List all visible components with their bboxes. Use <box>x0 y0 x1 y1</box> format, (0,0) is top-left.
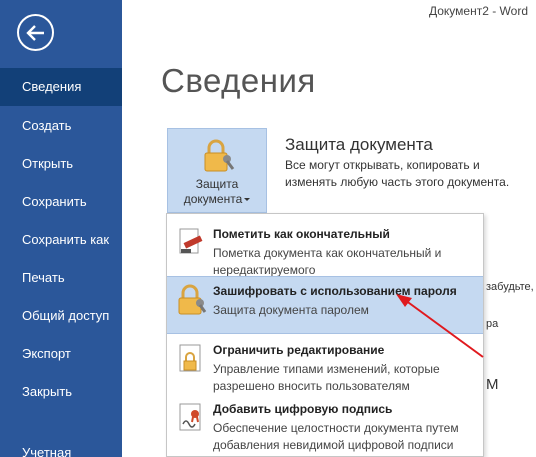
protect-document-menu: Пометить как окончательный Пометка докум… <box>166 213 484 457</box>
menu-item-digital-signature[interactable]: Добавить цифровую подпись Обеспечение це… <box>167 395 483 455</box>
nav-item-export[interactable]: Экспорт <box>0 335 122 373</box>
protect-section-desc: Все могут открывать, копировать и изменя… <box>285 158 510 189</box>
background-text-fragment: M <box>486 376 499 393</box>
background-text-fragment: забудьте, <box>486 281 534 293</box>
menu-item-desc: Пометка документа как окончательный и не… <box>213 246 442 277</box>
protect-document-button[interactable]: Защита документа <box>167 128 267 213</box>
back-arrow-icon <box>26 25 44 41</box>
nav-item-account[interactable]: Учетная <box>0 434 122 457</box>
back-button[interactable] <box>17 14 54 51</box>
nav-item-new[interactable]: Создать <box>0 107 122 145</box>
page-title: Сведения <box>161 62 316 99</box>
menu-item-desc: Обеспечение целостности документа путем … <box>213 421 459 452</box>
menu-item-encrypt-password[interactable]: Зашифровать с использованием пароля Защи… <box>167 276 483 334</box>
background-text-fragment: ра <box>486 318 499 330</box>
nav-item-open[interactable]: Открыть <box>0 145 122 183</box>
menu-item-title: Зашифровать с использованием пароля <box>213 284 457 298</box>
protect-section-title: Защита документа <box>285 135 433 154</box>
nav-item-save-as[interactable]: Сохранить как <box>0 221 122 259</box>
menu-item-restrict-editing[interactable]: Ограничить редактирование Управление тип… <box>167 336 483 394</box>
nav-item-close[interactable]: Закрыть <box>0 373 122 411</box>
menu-item-title: Пометить как окончательный <box>213 227 390 241</box>
digital-signature-icon <box>179 403 201 431</box>
lock-icon <box>178 284 207 315</box>
nav-item-info[interactable]: Сведения <box>0 68 122 106</box>
nav-item-share[interactable]: Общий доступ <box>0 297 122 335</box>
menu-item-mark-final[interactable]: Пометить как окончательный Пометка докум… <box>167 220 483 277</box>
restrict-editing-icon <box>179 344 201 372</box>
menu-item-title: Ограничить редактирование <box>213 343 385 357</box>
menu-item-title: Добавить цифровую подпись <box>213 402 393 416</box>
lock-key-icon <box>204 139 235 172</box>
nav-item-print[interactable]: Печать <box>0 259 122 297</box>
backstage-sidebar: Сведения Создать Открыть Сохранить Сохра… <box>0 0 122 457</box>
menu-item-desc: Управление типами изменений, которые раз… <box>213 362 440 393</box>
menu-item-desc: Защита документа паролем <box>213 303 369 317</box>
protect-button-label-line1: Защита <box>195 177 239 191</box>
window-title: Документ2 - Word <box>428 4 528 18</box>
nav-item-save[interactable]: Сохранить <box>0 183 122 221</box>
mark-final-icon <box>179 228 203 254</box>
dropdown-caret-icon <box>244 198 251 202</box>
protect-button-label-line2: документа <box>183 192 243 206</box>
